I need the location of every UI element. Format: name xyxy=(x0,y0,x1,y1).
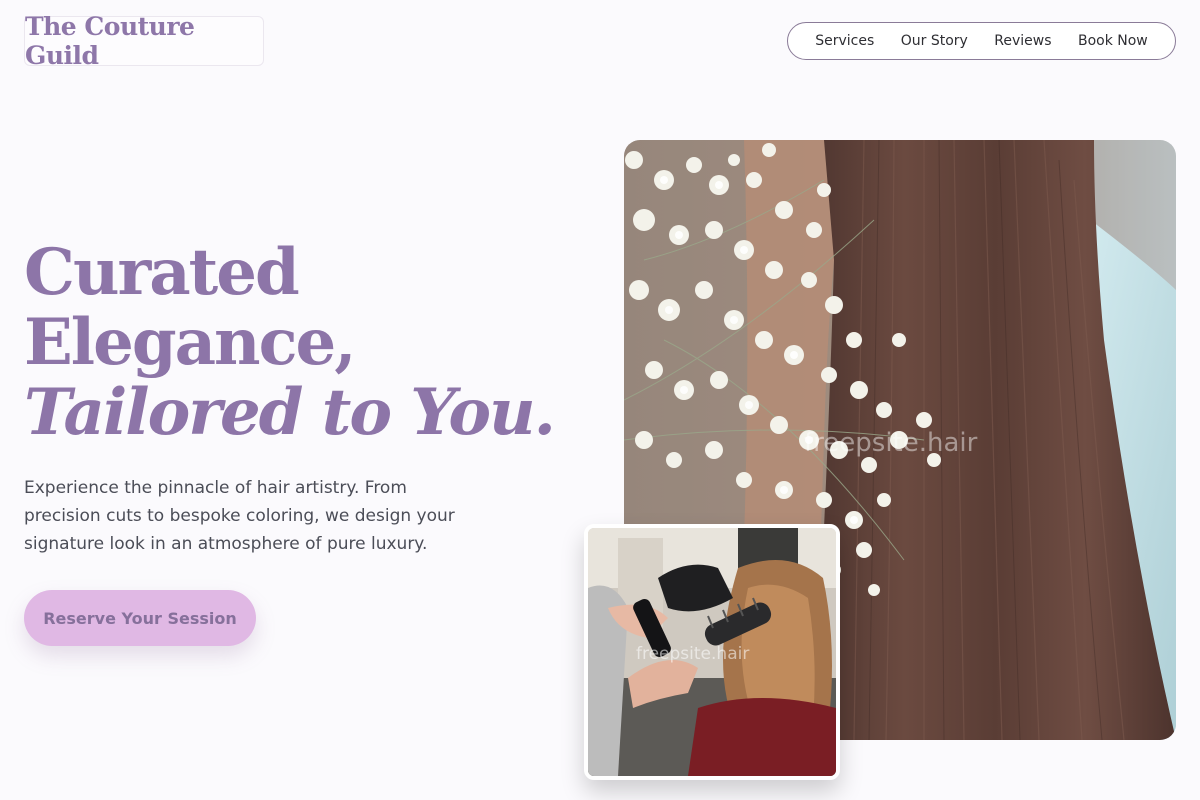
hero-headline: Curated Elegance, Tailored to You. xyxy=(24,238,584,448)
hero-photo-watermark: freepsite.hair xyxy=(804,428,978,458)
headline-line-1: Curated xyxy=(24,235,300,310)
nav-item-our-story[interactable]: Our Story xyxy=(901,33,968,49)
reserve-session-button[interactable]: Reserve Your Session xyxy=(24,590,256,646)
brand-logo[interactable]: The Couture Guild xyxy=(24,12,264,70)
brand-name: The Couture Guild xyxy=(25,12,195,70)
nav-item-reviews[interactable]: Reviews xyxy=(994,33,1051,49)
hero-description: Experience the pinnacle of hair artistry… xyxy=(24,478,455,554)
inset-photo-watermark: freepsite.hair xyxy=(636,644,750,664)
nav-item-services[interactable]: Services xyxy=(815,33,874,49)
headline-line-3: Tailored to You. xyxy=(24,375,556,450)
nav-item-book-now[interactable]: Book Now xyxy=(1078,33,1148,49)
main-nav: Services Our Story Reviews Book Now xyxy=(787,22,1176,60)
headline-line-2: Elegance, xyxy=(24,305,357,380)
stylist-inset-photo: freepsite.hair xyxy=(584,524,840,780)
landing-page: The Couture Guild Services Our Story Rev… xyxy=(0,0,1200,800)
